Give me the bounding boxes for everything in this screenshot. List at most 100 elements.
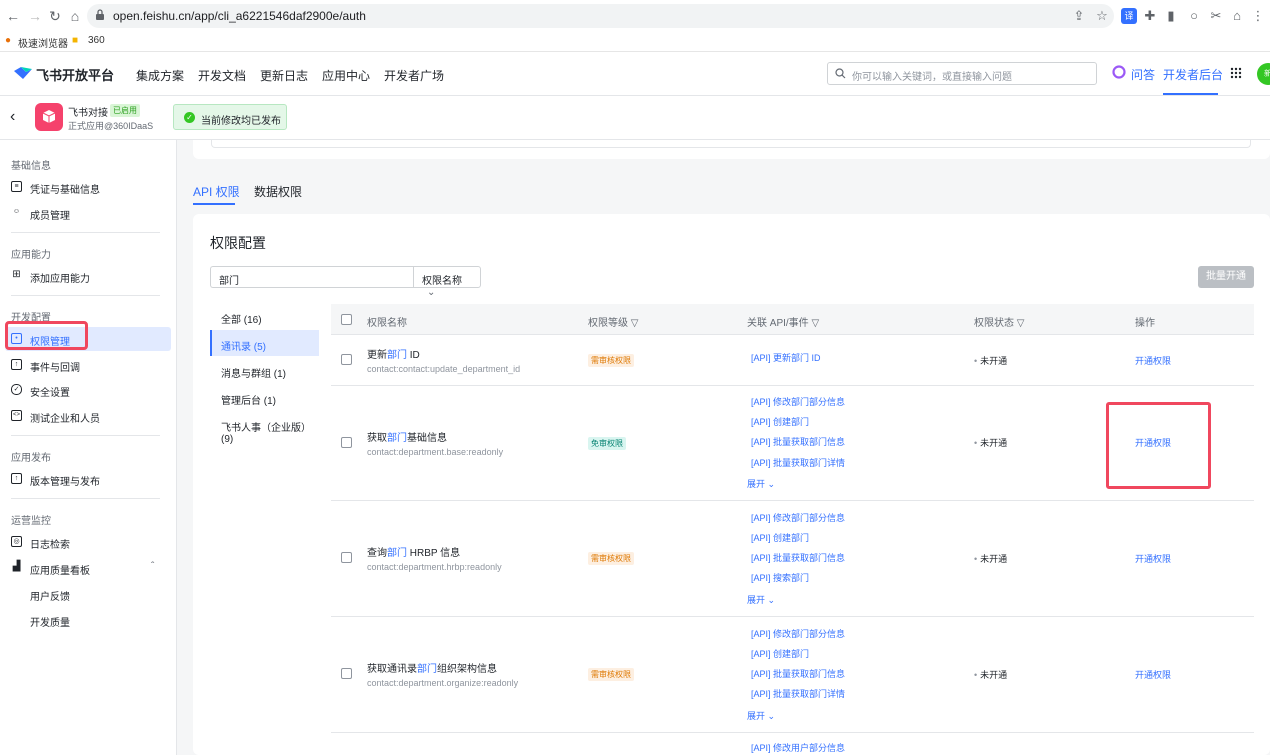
- sidepanel-icon[interactable]: ▮: [1163, 8, 1179, 24]
- sidebar-item-dev-quality[interactable]: 开发质量: [30, 610, 160, 632]
- sidebar-item-events[interactable]: ↑ 事件与回调: [11, 355, 161, 377]
- global-search-input[interactable]: 你可以输入关键词，或直接输入问题: [827, 62, 1097, 85]
- reload-icon[interactable]: ↻: [46, 7, 64, 25]
- page-title: 权限配置: [210, 235, 266, 251]
- category-messages[interactable]: 消息与群组 (1): [210, 365, 319, 380]
- back-icon[interactable]: ←: [4, 7, 22, 25]
- api-link[interactable]: [API] 批量获取部门信息: [751, 435, 845, 448]
- chevron-up-icon[interactable]: ˆ: [151, 561, 154, 572]
- row-checkbox[interactable]: [341, 552, 352, 563]
- browser-logo-icon: ●: [5, 35, 12, 46]
- info-card: [193, 140, 1270, 159]
- sidebar-item-credentials[interactable]: ≡ 凭证与基础信息: [11, 177, 161, 199]
- back-arrow-icon[interactable]: ‹: [10, 108, 15, 126]
- api-link[interactable]: [API] 修改用户部分信息: [751, 741, 845, 754]
- api-link[interactable]: [API] 创建部门: [751, 531, 809, 544]
- qa-link[interactable]: 问答: [1131, 66, 1155, 83]
- brand-name[interactable]: 飞书开放平台: [36, 65, 114, 84]
- address-bar[interactable]: open.feishu.cn/app/cli_a6221546daf2900e/…: [87, 4, 1114, 28]
- tab-active-indicator: [193, 203, 235, 205]
- bar-chart-icon: ▟: [12, 561, 21, 572]
- row-checkbox[interactable]: [341, 354, 352, 365]
- scissors-icon[interactable]: ✂: [1208, 8, 1224, 24]
- enable-permission-link[interactable]: 开通权限: [1135, 552, 1171, 565]
- bookmark-1[interactable]: 极速浏览器: [18, 35, 68, 50]
- api-link[interactable]: [API] 批量获取部门详情: [751, 456, 845, 469]
- sidebar-item-feedback[interactable]: 用户反馈: [30, 584, 160, 606]
- sidebar-item-logs[interactable]: ◎ 日志检索: [11, 532, 161, 554]
- enable-permission-link[interactable]: 开通权限: [1135, 668, 1171, 681]
- category-admin[interactable]: 管理后台 (1): [210, 392, 319, 407]
- api-link[interactable]: [API] 更新部门 ID: [751, 351, 821, 364]
- table-row: 查询部门 HRBP 信息 contact:department.hrbp:rea…: [331, 501, 1254, 617]
- row-checkbox[interactable]: [341, 668, 352, 679]
- api-link[interactable]: [API] 创建部门: [751, 647, 809, 660]
- category-contacts[interactable]: 通讯录 (5): [210, 338, 319, 353]
- lock-icon: [96, 9, 104, 20]
- divider: [11, 295, 160, 296]
- share-icon[interactable]: ⇪: [1071, 8, 1087, 24]
- divider: [11, 232, 160, 233]
- console-link[interactable]: 开发者后台: [1163, 66, 1223, 83]
- row-checkbox[interactable]: [341, 437, 352, 448]
- search-field-select[interactable]: 权限名称⌄: [413, 266, 481, 298]
- expand-toggle[interactable]: 展开 ⌄: [747, 593, 775, 606]
- grid-plus-icon: ⊞: [12, 269, 21, 280]
- api-link[interactable]: [API] 修改部门部分信息: [751, 395, 845, 408]
- permission-search-input[interactable]: 部门: [210, 266, 414, 288]
- filter-icon[interactable]: ▽: [1017, 318, 1025, 329]
- translate-icon[interactable]: 译: [1121, 8, 1137, 24]
- permission-status: 未开通: [974, 552, 1007, 565]
- sidebar-item-add-capability[interactable]: ⊞ 添加应用能力: [11, 266, 161, 288]
- sidebar-item-test-enterprise[interactable]: <> 测试企业和人员: [11, 406, 161, 428]
- sidebar-item-members[interactable]: ☺ 成员管理: [11, 203, 161, 225]
- lens-icon[interactable]: ○: [1186, 8, 1202, 24]
- select-all-checkbox[interactable]: [341, 314, 352, 325]
- app-name: 飞书对接: [68, 108, 108, 119]
- api-link[interactable]: [API] 修改部门部分信息: [751, 627, 845, 640]
- feishu-logo-icon: [14, 67, 32, 79]
- status-badge: 已启用: [110, 104, 140, 117]
- apps-grid-icon[interactable]: [1230, 67, 1242, 79]
- tab-data-permissions[interactable]: 数据权限: [254, 183, 302, 200]
- nav-link-docs[interactable]: 开发文档: [198, 67, 246, 84]
- bulk-enable-button[interactable]: 批量开通: [1198, 266, 1254, 288]
- tab-api-permissions[interactable]: API 权限: [193, 183, 240, 200]
- nav-link-changelog[interactable]: 更新日志: [260, 67, 308, 84]
- nav-link-dev-square[interactable]: 开发者广场: [384, 67, 444, 84]
- bag-icon[interactable]: ⌂: [1229, 8, 1245, 24]
- forward-icon[interactable]: →: [26, 7, 44, 25]
- level-badge: 需审核权限: [588, 668, 634, 681]
- category-feishu-hr[interactable]: 飞书人事（企业版）: [210, 419, 319, 434]
- permission-name: 获取通讯录部门组织架构信息: [367, 664, 497, 675]
- sidebar-item-version[interactable]: ↑ 版本管理与发布: [11, 469, 161, 491]
- nav-link-app-center[interactable]: 应用中心: [322, 67, 370, 84]
- api-link[interactable]: [API] 批量获取部门信息: [751, 667, 845, 680]
- api-link[interactable]: [API] 批量获取部门详情: [751, 687, 845, 700]
- puzzle-icon[interactable]: ✚: [1142, 8, 1158, 24]
- shield-icon: ✓: [11, 384, 22, 395]
- avatar[interactable]: 新: [1257, 63, 1270, 85]
- api-link[interactable]: [API] 修改部门部分信息: [751, 511, 845, 524]
- search-placeholder: 你可以输入关键词，或直接输入问题: [852, 72, 1012, 83]
- bookmarks-bar: ● 极速浏览器 ■ 360: [0, 32, 1270, 52]
- sidebar-item-quality-dashboard[interactable]: ▟ 应用质量看板 ˆ: [11, 558, 161, 580]
- sidebar-group-basic: 基础信息: [11, 161, 51, 172]
- category-all[interactable]: 全部 (16): [210, 311, 319, 326]
- star-icon[interactable]: ☆: [1094, 8, 1110, 24]
- api-link[interactable]: [API] 创建部门: [751, 415, 809, 428]
- expand-toggle[interactable]: 展开 ⌄: [747, 709, 775, 722]
- nav-link-solutions[interactable]: 集成方案: [136, 67, 184, 84]
- home-icon[interactable]: ⌂: [66, 7, 84, 25]
- top-navigation: 飞书开放平台 集成方案 开发文档 更新日志 应用中心 开发者广场 你可以输入关键…: [0, 52, 1270, 96]
- menu-icon[interactable]: ⋮: [1250, 8, 1266, 24]
- table-header: 权限名称 权限等级 ▽ 关联 API/事件 ▽ 权限状态 ▽ 操作: [331, 304, 1254, 335]
- filter-icon[interactable]: ▽: [811, 318, 819, 329]
- enable-permission-link[interactable]: 开通权限: [1135, 354, 1171, 367]
- expand-toggle[interactable]: 展开 ⌄: [747, 477, 775, 490]
- sidebar-item-security[interactable]: ✓ 安全设置: [11, 380, 161, 402]
- api-link[interactable]: [API] 搜索部门: [751, 571, 809, 584]
- bookmark-2[interactable]: 360: [88, 35, 105, 46]
- filter-icon[interactable]: ▽: [631, 318, 639, 329]
- api-link[interactable]: [API] 批量获取部门信息: [751, 551, 845, 564]
